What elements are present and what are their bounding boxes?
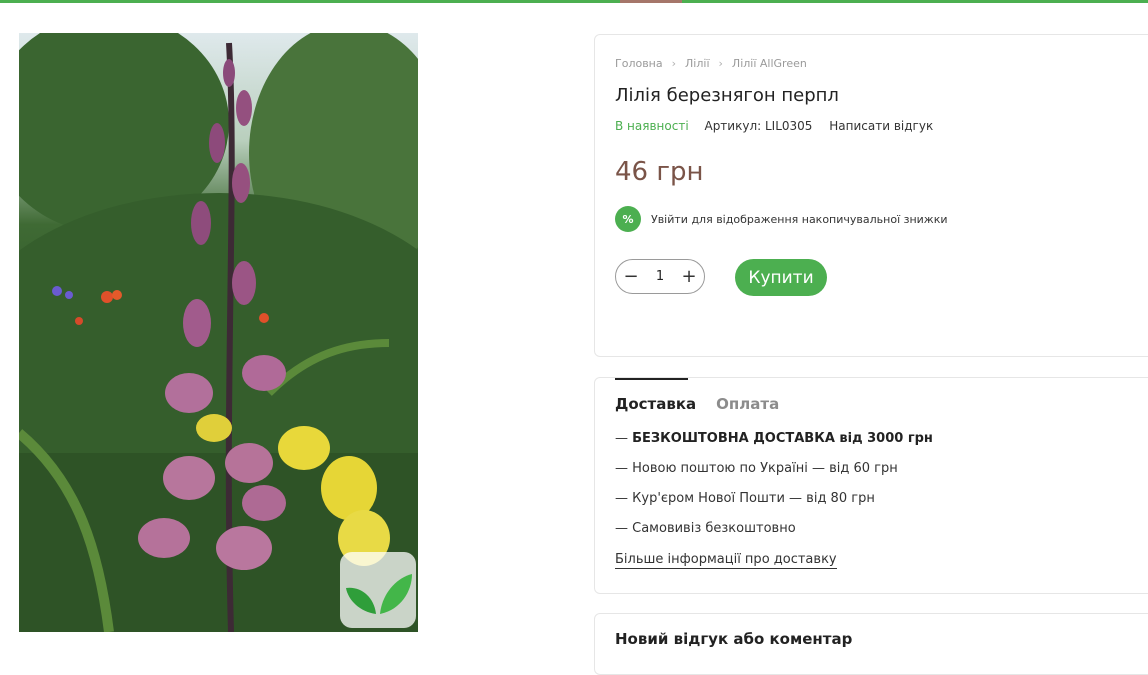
buy-button[interactable]: Купити — [735, 259, 827, 296]
list-item: — Самовивіз безкоштовно — [615, 521, 933, 551]
delivery-item-text: Кур'єром Нової Пошти — від 80 грн — [632, 491, 875, 506]
discount-login-row[interactable]: % Увійти для відображення накопичувально… — [615, 206, 948, 232]
delivery-card: Доставка Оплата — БЕЗКОШТОВНА ДОСТАВКА в… — [594, 377, 1148, 594]
top-progress-bar — [0, 0, 1148, 3]
delivery-more-link[interactable]: Більше інформації про доставку — [615, 552, 837, 569]
tab-payment[interactable]: Оплата — [716, 395, 779, 413]
breadcrumb-category[interactable]: Лілії — [685, 57, 709, 70]
free-delivery-text: БЕЗКОШТОВНА ДОСТАВКА від 3000 грн — [632, 431, 933, 446]
dash-prefix: — — [615, 521, 633, 536]
percent-icon: % — [615, 206, 641, 232]
top-progress-accent — [620, 0, 682, 3]
delivery-item-text: Самовивіз безкоштовно — [632, 521, 796, 536]
product-price: 46 грн — [615, 157, 704, 187]
product-meta: В наявності Артикул: LIL0305 Написати ві… — [615, 119, 933, 133]
review-card: Новий відгук або коментар — [594, 613, 1148, 675]
chevron-right-icon: › — [671, 57, 677, 70]
dash-prefix: — — [615, 491, 633, 506]
breadcrumb-home[interactable]: Головна — [615, 57, 663, 70]
review-section-title: Новий відгук або коментар — [615, 630, 853, 648]
list-item: — БЕЗКОШТОВНА ДОСТАВКА від 3000 грн — [615, 431, 933, 461]
product-title: Лілія березнягон перпл — [615, 85, 839, 106]
write-review-link[interactable]: Написати відгук — [829, 119, 933, 133]
product-image[interactable] — [19, 33, 418, 632]
quantity-value[interactable]: 1 — [656, 269, 664, 284]
product-info-card: Головна › Лілії › Лілії AllGreen Лілія берез… — [594, 34, 1148, 357]
tab-delivery[interactable]: Доставка — [615, 395, 696, 413]
list-item: — Кур'єром Нової Пошти — від 80 грн — [615, 491, 933, 521]
lily-illustration — [19, 33, 418, 632]
breadcrumb-subcategory[interactable]: Лілії AllGreen — [732, 57, 807, 70]
discount-text[interactable]: Увійти для відображення накопичувальної … — [651, 213, 948, 226]
active-tab-indicator — [615, 378, 688, 380]
delivery-list: — БЕЗКОШТОВНА ДОСТАВКА від 3000 грн — Но… — [615, 431, 933, 551]
delivery-tabs: Доставка Оплата — [615, 395, 779, 413]
dash-prefix: — — [615, 461, 633, 476]
plus-icon[interactable]: + — [674, 266, 704, 287]
stock-status: В наявності — [615, 119, 689, 133]
quantity-stepper: − 1 + — [615, 259, 705, 294]
chevron-right-icon: › — [718, 57, 723, 70]
leaf-logo-icon — [340, 552, 416, 628]
list-item: — Новою поштою по Україні — від 60 грн — [615, 461, 933, 491]
delivery-item-text: Новою поштою по Україні — від 60 грн — [632, 461, 898, 476]
dash-prefix: — — [615, 431, 633, 446]
minus-icon[interactable]: − — [616, 266, 646, 287]
product-sku: Артикул: LIL0305 — [704, 119, 813, 133]
breadcrumb: Головна › Лілії › Лілії AllGreen — [615, 57, 807, 70]
